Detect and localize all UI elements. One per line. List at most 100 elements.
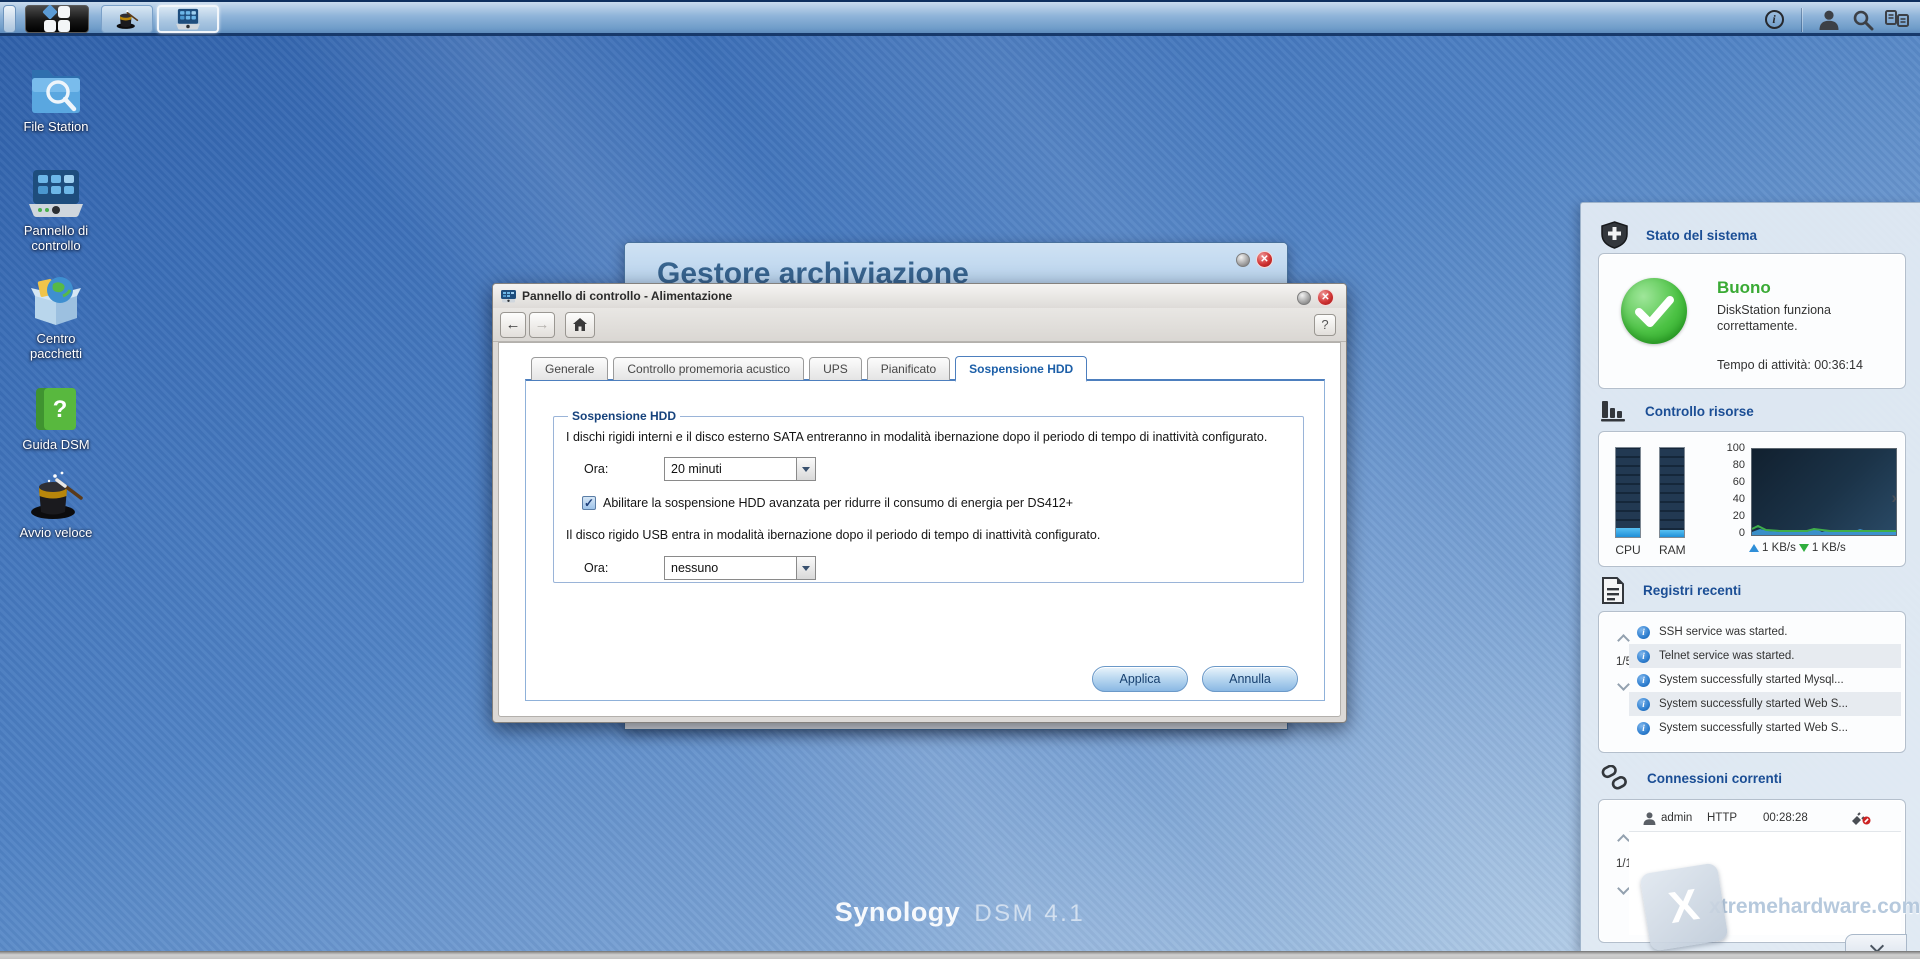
- svg-text:?: ?: [53, 396, 68, 423]
- disconnect-icon[interactable]: [1851, 811, 1871, 825]
- advanced-hibernation-label: Abilitare la sospensione HDD avanzata pe…: [603, 496, 1074, 511]
- time-label: Ora:: [584, 560, 609, 575]
- desktop-icon-label: Centro pacchetti: [29, 331, 83, 361]
- minimize-button[interactable]: [1236, 252, 1250, 267]
- logs-page-down-icon[interactable]: [1619, 678, 1629, 688]
- cancel-button[interactable]: Annulla: [1202, 666, 1298, 692]
- apply-button[interactable]: Applica: [1092, 666, 1188, 692]
- connections-page-up-icon[interactable]: [1619, 834, 1629, 844]
- main-menu-button[interactable]: [25, 4, 89, 33]
- desktop-icon-label: Pannello di controllo: [23, 223, 89, 253]
- usb-hdd-time-select[interactable]: nessuno: [664, 555, 816, 580]
- usb-hdd-description: Il disco rigido USB entra in modalità ib…: [566, 528, 1101, 543]
- document-icon: [1602, 577, 1624, 604]
- notifications-button[interactable]: i: [1757, 6, 1791, 34]
- hdd-hibernation-fieldset: Sospensione HDD I dischi rigidi interni …: [553, 409, 1304, 583]
- ram-gauge: [1659, 447, 1685, 538]
- help-icon[interactable]: ?: [1314, 314, 1336, 336]
- desktop-icon-file-station[interactable]: File Station: [0, 60, 112, 135]
- user-menu-button[interactable]: [1812, 6, 1846, 34]
- status-ok-icon: [1621, 278, 1687, 344]
- log-row[interactable]: i System successfully started Web S...: [1629, 716, 1901, 740]
- taskbar-separator: [1801, 7, 1802, 32]
- info-icon: i: [1637, 697, 1650, 711]
- search-icon: [1853, 10, 1874, 30]
- tab-generale[interactable]: Generale: [531, 357, 609, 380]
- axis-tick: 100: [1726, 442, 1745, 454]
- shield-icon: [1601, 221, 1628, 249]
- info-icon: i: [1637, 721, 1650, 735]
- advanced-hibernation-checkbox[interactable]: ✓: [582, 496, 596, 511]
- file-station-icon: [0, 60, 112, 114]
- back-icon[interactable]: ←: [500, 312, 526, 338]
- close-icon[interactable]: ✕: [1256, 251, 1273, 268]
- control-panel-icon: [176, 8, 200, 30]
- widget-sidebar: Stato del sistema Buono DiskStation funz…: [1580, 202, 1920, 951]
- minimize-button[interactable]: [1297, 290, 1311, 305]
- desktop-icon-package-center[interactable]: Centro pacchetti: [0, 272, 112, 361]
- tab-sospensione-hdd[interactable]: Sospensione HDD: [955, 356, 1088, 382]
- ram-label: RAM: [1659, 543, 1686, 557]
- pilot-view-icon: [1885, 9, 1909, 27]
- connection-user: admin: [1661, 812, 1693, 824]
- taskbar-app-quick-start[interactable]: [101, 5, 153, 33]
- dialog-title: Pannello di controllo - Alimentazione: [522, 289, 733, 303]
- time-label: Ora:: [584, 462, 609, 477]
- tab-ups[interactable]: UPS: [809, 357, 862, 380]
- resource-monitor-box: CPU RAM 100 80 60 40 20 0 1 KB/s 1 KB/s …: [1598, 431, 1906, 567]
- desktop-icon-quick-start[interactable]: Avvio veloce: [0, 466, 112, 541]
- show-desktop-button[interactable]: [3, 5, 16, 33]
- log-row[interactable]: i System successfully started Mysql...: [1629, 668, 1901, 692]
- log-text: Telnet service was started.: [1659, 650, 1795, 662]
- uptime-text: Tempo di attività: 00:36:14: [1717, 358, 1863, 372]
- desktop-icon-control-panel[interactable]: Pannello di controllo: [0, 164, 112, 253]
- info-icon: i: [1637, 649, 1650, 663]
- logs-page-up-icon[interactable]: [1619, 634, 1629, 644]
- hdd-hibernation-panel: Sospensione HDD I dischi rigidi interni …: [525, 379, 1325, 701]
- pilot-view-button[interactable]: [1880, 6, 1914, 34]
- close-icon[interactable]: ✕: [1317, 289, 1334, 306]
- chevron-down-icon[interactable]: [796, 556, 815, 579]
- status-description: DiskStation funziona correttamente.: [1717, 302, 1831, 335]
- log-row[interactable]: i System successfully started Web S...: [1629, 692, 1901, 716]
- connections-page-down-icon[interactable]: [1619, 882, 1629, 892]
- connection-row[interactable]: admin HTTP 00:28:28: [1629, 806, 1901, 830]
- internal-hdd-time-select[interactable]: 20 minuti: [664, 457, 816, 482]
- info-icon: i: [1764, 10, 1784, 29]
- search-button[interactable]: [1846, 6, 1880, 34]
- recent-logs-box: 1/5 i SSH service was started. i Telnet …: [1598, 611, 1906, 753]
- resource-monitor-header: Controllo risorse: [1601, 399, 1754, 423]
- log-row[interactable]: i Telnet service was started.: [1629, 644, 1901, 668]
- taskbar-app-control-panel[interactable]: [157, 5, 219, 33]
- dsm-branding: Synology DSM 4.1: [835, 897, 1085, 928]
- widget-title: Registri recenti: [1643, 583, 1742, 598]
- tab-bar: Generale Controllo promemoria acustico U…: [531, 355, 1092, 382]
- tab-pianificato[interactable]: Pianificato: [866, 357, 951, 380]
- info-icon: i: [1637, 673, 1650, 687]
- axis-tick: 60: [1732, 476, 1745, 488]
- status-value: Buono: [1717, 278, 1771, 297]
- log-row[interactable]: i SSH service was started.: [1629, 620, 1901, 644]
- upload-arrow-icon: [1749, 544, 1759, 552]
- dialog-titlebar[interactable]: Pannello di controllo - Alimentazione: [493, 284, 1346, 308]
- desktop-icon-dsm-help[interactable]: ? Guida DSM: [0, 378, 112, 453]
- tab-controllo-promemoria-acustico[interactable]: Controllo promemoria acustico: [613, 357, 805, 380]
- dialog-toolbar: ← → ?: [493, 308, 1346, 342]
- download-arrow-icon: [1798, 544, 1809, 552]
- forward-icon[interactable]: →: [529, 312, 555, 338]
- axis-tick: 40: [1732, 493, 1745, 505]
- home-icon[interactable]: [565, 312, 595, 338]
- axis-tick: 0: [1738, 527, 1745, 539]
- expand-resource-monitor-icon[interactable]: ›: [1891, 488, 1897, 508]
- dialog-content: Generale Controllo promemoria acustico U…: [498, 342, 1341, 717]
- connection-time: 00:28:28: [1763, 812, 1808, 824]
- bottom-edge-strip: [0, 951, 1920, 959]
- log-text: System successfully started Web S...: [1659, 722, 1848, 734]
- log-text: System successfully started Mysql...: [1659, 674, 1844, 686]
- desktop-icon-label: Guida DSM: [22, 437, 90, 452]
- cpu-usage-fill: [1616, 528, 1640, 537]
- network-rates: 1 KB/s 1 KB/s: [1749, 542, 1846, 554]
- control-panel-icon: [0, 164, 112, 218]
- chevron-down-icon[interactable]: [796, 458, 815, 481]
- dsm-help-icon: ?: [0, 378, 112, 432]
